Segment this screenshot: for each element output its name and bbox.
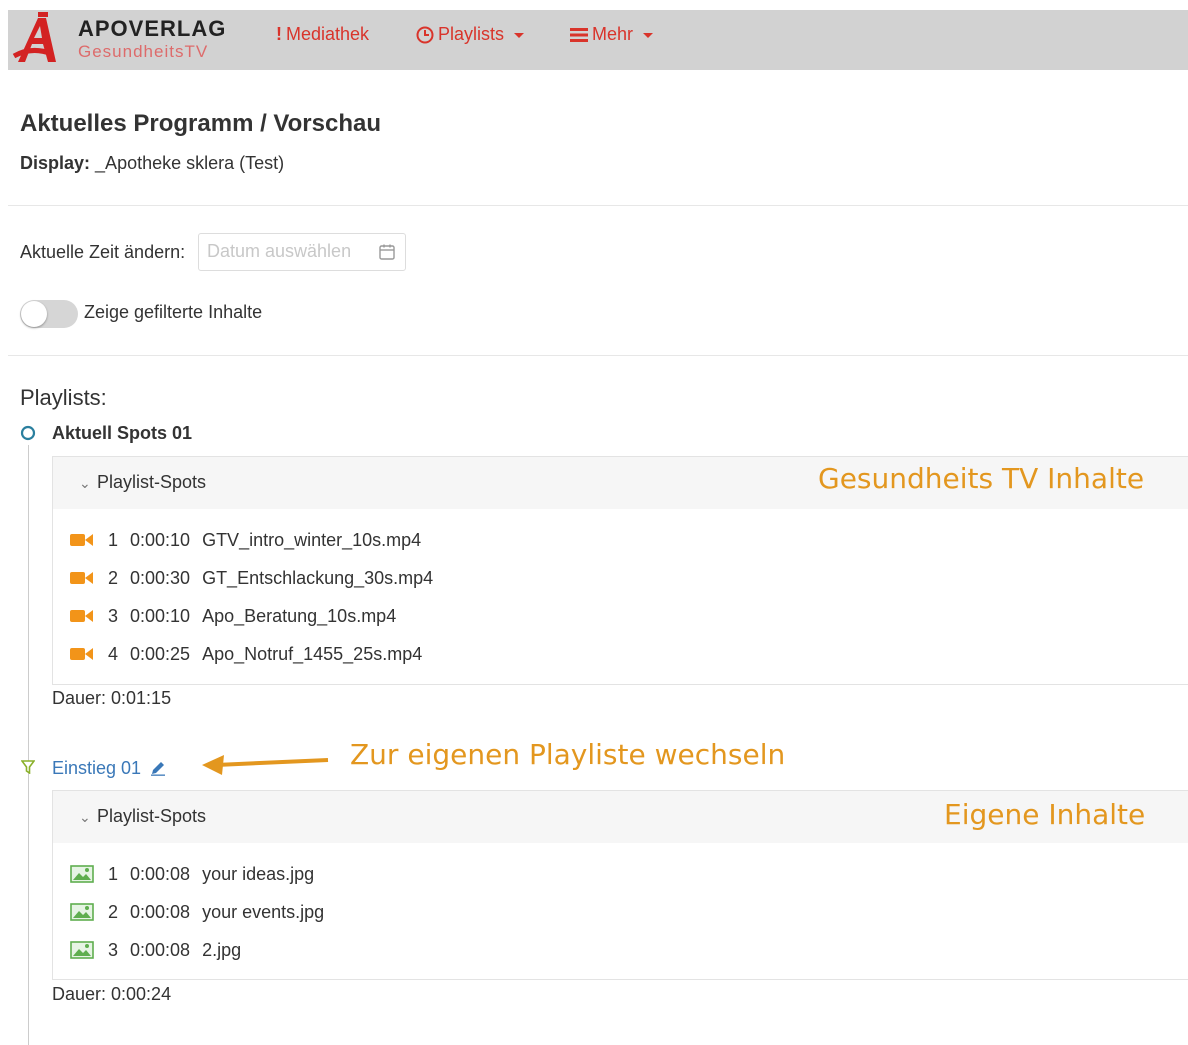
panel-title: Playlist-Spots [97, 806, 207, 826]
annotation-own-content: Eigene Inhalte [944, 798, 1146, 831]
display-info: Display: _Apotheke sklera (Test) [20, 153, 284, 174]
video-camera-icon [70, 648, 93, 660]
filter-icon [21, 760, 35, 774]
chevron-down-icon: ⌄ [79, 809, 91, 825]
nav-playlists-label: Playlists [438, 24, 505, 44]
spot-index: 1 [108, 863, 119, 884]
time-change-label: Aktuelle Zeit ändern: [20, 242, 186, 262]
timeline-line [28, 445, 29, 1045]
playlist-duration: Dauer: 0:01:15 [52, 688, 172, 708]
spot-filename: Apo_Notruf_1455_25s.mp4 [202, 643, 423, 664]
top-navbar: APOVERLAG GesundheitsTV ! Mediathek Play… [8, 10, 1188, 70]
spot-index: 3 [108, 939, 119, 960]
playlist-title: Aktuell Spots 01 [52, 423, 193, 443]
page-title: Aktuelles Programm / Vorschau [20, 110, 382, 137]
spot-duration: 0:00:10 [130, 529, 191, 550]
annotation-switch-playlist: Zur eigenen Playliste wechseln [350, 738, 786, 771]
chevron-down-icon: ⌄ [79, 475, 91, 491]
brand-subtitle: GesundheitsTV [78, 42, 209, 61]
list-item[interactable]: 2 0:00:08 your events.jpg [70, 900, 324, 924]
spot-filename: 2.jpg [202, 939, 242, 960]
filter-toggle-label: Zeige gefilterte Inhalte [84, 302, 263, 322]
spot-index: 2 [108, 901, 119, 922]
spot-duration: 0:00:08 [130, 863, 191, 884]
list-icon [570, 27, 588, 42]
circle-icon [20, 425, 36, 441]
calendar-icon[interactable] [379, 244, 395, 260]
nav-mediathek-label: Mediathek [286, 24, 370, 44]
list-item[interactable]: 3 0:00:08 2.jpg [70, 938, 241, 962]
spot-duration: 0:00:10 [130, 605, 191, 626]
exclamation-icon: ! [276, 24, 282, 44]
spot-filename: your ideas.jpg [202, 863, 315, 884]
nav-mediathek[interactable]: ! Mediathek [276, 24, 369, 45]
playlist-title[interactable]: Einstieg 01 [52, 758, 141, 778]
playlist-duration: Dauer: 0:00:24 [52, 984, 172, 1004]
divider [8, 355, 1188, 356]
spot-filename: your events.jpg [202, 901, 325, 922]
spot-filename: GT_Entschlackung_30s.mp4 [202, 567, 434, 588]
list-item[interactable]: 1 0:00:08 your ideas.jpg [70, 862, 314, 886]
divider [8, 205, 1188, 206]
spot-filename: GTV_intro_winter_10s.mp4 [202, 529, 422, 550]
image-icon [70, 865, 94, 883]
list-item[interactable]: 3 0:00:10 Apo_Beratung_10s.mp4 [70, 604, 396, 628]
filter-toggle[interactable] [20, 300, 78, 328]
playlist-link-einstieg[interactable]: Einstieg 01 [52, 758, 166, 779]
spot-duration: 0:00:30 [130, 567, 191, 588]
list-item[interactable]: 1 0:00:10 GTV_intro_winter_10s.mp4 [70, 528, 421, 552]
spot-duration: 0:00:08 [130, 901, 191, 922]
image-icon [70, 941, 94, 959]
list-item[interactable]: 2 0:00:30 GT_Entschlackung_30s.mp4 [70, 566, 433, 590]
video-camera-icon [70, 610, 93, 622]
nav-playlists-dropdown[interactable]: Playlists [416, 24, 525, 45]
annotation-gtv-content: Gesundheits TV Inhalte [818, 462, 1145, 495]
spot-duration: 0:00:08 [130, 939, 191, 960]
spot-index: 3 [108, 605, 119, 626]
date-input[interactable] [199, 234, 375, 268]
brand-title: APOVERLAG [78, 16, 227, 41]
pencil-icon[interactable] [150, 760, 166, 776]
spot-filename: Apo_Beratung_10s.mp4 [202, 605, 397, 626]
video-camera-icon [70, 572, 93, 584]
spot-index: 2 [108, 567, 119, 588]
panel-title: Playlist-Spots [97, 472, 207, 492]
list-item[interactable]: 4 0:00:25 Apo_Notruf_1455_25s.mp4 [70, 642, 422, 666]
image-icon [70, 903, 94, 921]
date-picker[interactable] [198, 233, 406, 271]
chevron-down-icon [643, 33, 654, 38]
spot-index: 1 [108, 529, 119, 550]
display-value: _Apotheke sklera (Test) [95, 153, 285, 173]
apoverlag-logo-icon[interactable] [12, 12, 68, 66]
display-label: Display: [20, 153, 91, 173]
playlists-heading: Playlists: [20, 385, 107, 410]
clock-icon [416, 26, 434, 43]
nav-mehr-label: Mehr [592, 24, 634, 44]
spot-index: 4 [108, 643, 119, 664]
chevron-down-icon [514, 33, 525, 38]
video-camera-icon [70, 534, 93, 546]
nav-mehr-dropdown[interactable]: Mehr [570, 24, 654, 45]
toggle-knob [21, 301, 47, 327]
arrow-left-icon [202, 755, 329, 775]
spot-duration: 0:00:25 [130, 643, 191, 664]
